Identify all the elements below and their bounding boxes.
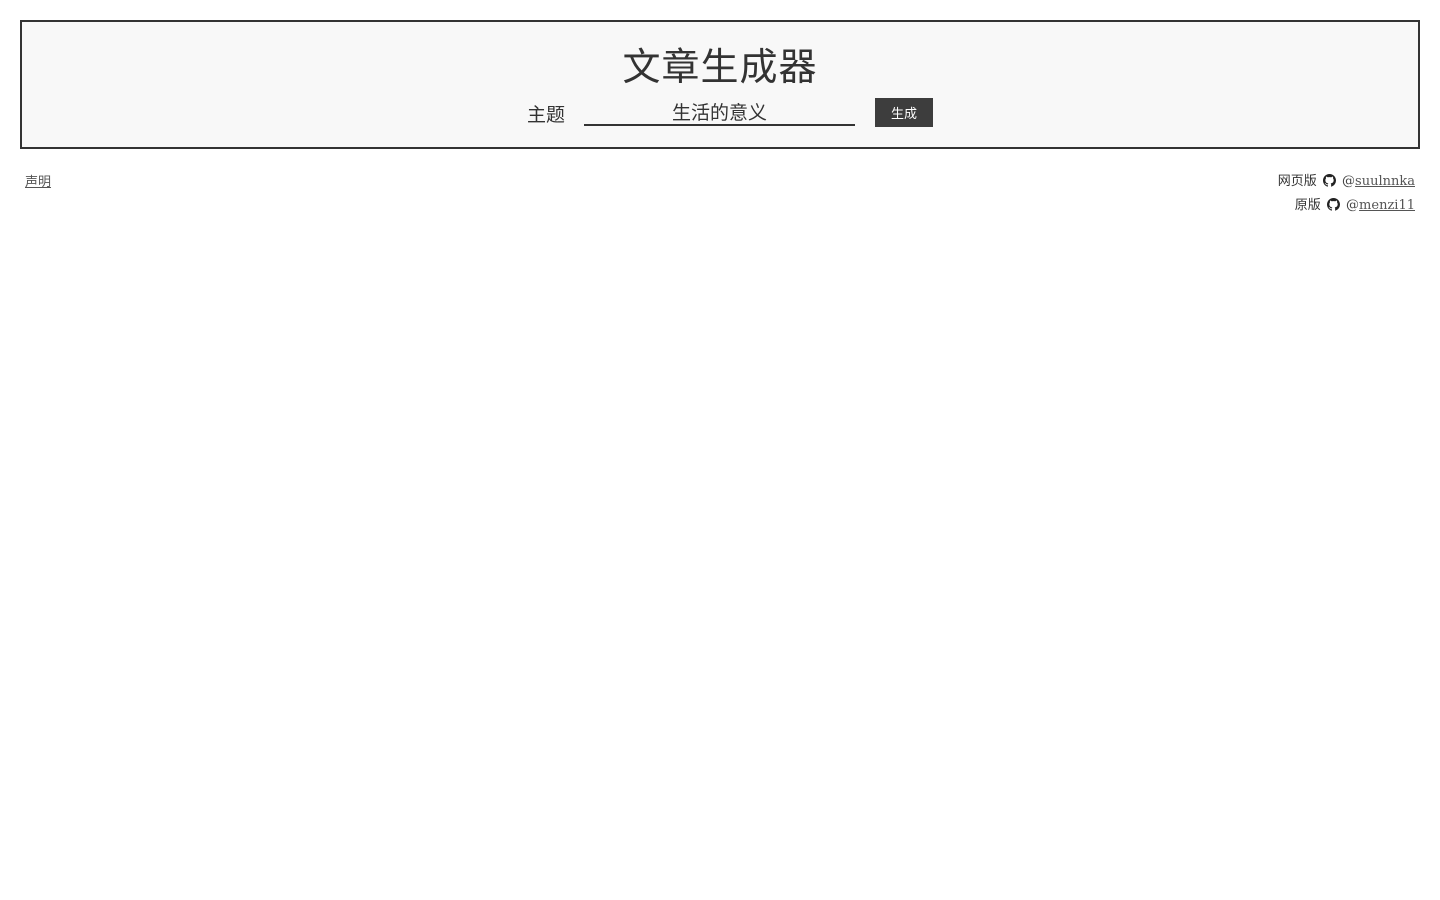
topic-label: 主题 [527,104,566,126]
generate-button[interactable]: 生成 [875,98,933,127]
credit-original: 原版 @menzi11 [1278,194,1415,218]
page-title: 文章生成器 [622,45,818,89]
topic-form: 主题 生成 [22,98,1418,128]
topic-input[interactable] [584,98,855,126]
web-version-user: suulnnka [1355,174,1415,189]
original-label: 原版 [1294,198,1321,213]
header-panel: 文章生成器 主题 生成 [20,20,1420,149]
web-version-label: 网页版 [1277,174,1317,189]
original-author-link[interactable]: @menzi11 [1346,198,1415,213]
github-icon [1322,174,1336,187]
original-at: @ [1346,198,1360,213]
original-user: menzi11 [1359,198,1415,213]
web-version-author-link[interactable]: @suulnnka [1342,174,1415,189]
github-icon [1326,198,1340,211]
credit-web-version: 网页版 @suulnnka [1278,170,1415,194]
web-version-at: @ [1342,174,1356,189]
credits: 网页版 @suulnnka 原版 @menzi11 [1278,170,1415,218]
disclaimer-link[interactable]: 声明 [25,171,51,190]
